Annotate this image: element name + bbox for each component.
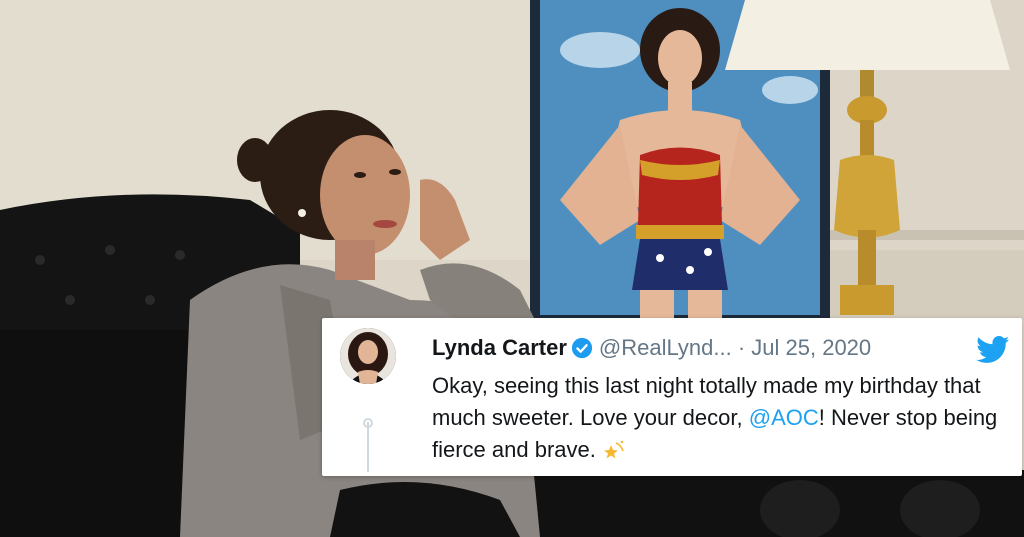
twitter-bird-icon[interactable] <box>976 336 1010 369</box>
avatar[interactable] <box>340 328 396 384</box>
tweet-card[interactable]: Lynda Carter @RealLynd... · Jul 25, 2020 … <box>322 318 1022 476</box>
tweet-header: Lynda Carter @RealLynd... · Jul 25, 2020 <box>432 334 871 366</box>
separator: · <box>737 335 746 360</box>
verified-icon <box>571 337 593 366</box>
user-handle[interactable]: @RealLynd... <box>599 335 732 360</box>
sparkle-star-icon <box>602 438 626 470</box>
mention-link[interactable]: @AOC <box>749 405 819 430</box>
tweet-date[interactable]: Jul 25, 2020 <box>751 335 871 360</box>
display-name[interactable]: Lynda Carter <box>432 335 567 360</box>
tweet-text: Okay, seeing this last night totally mad… <box>432 370 1002 470</box>
thread-line <box>367 422 369 472</box>
